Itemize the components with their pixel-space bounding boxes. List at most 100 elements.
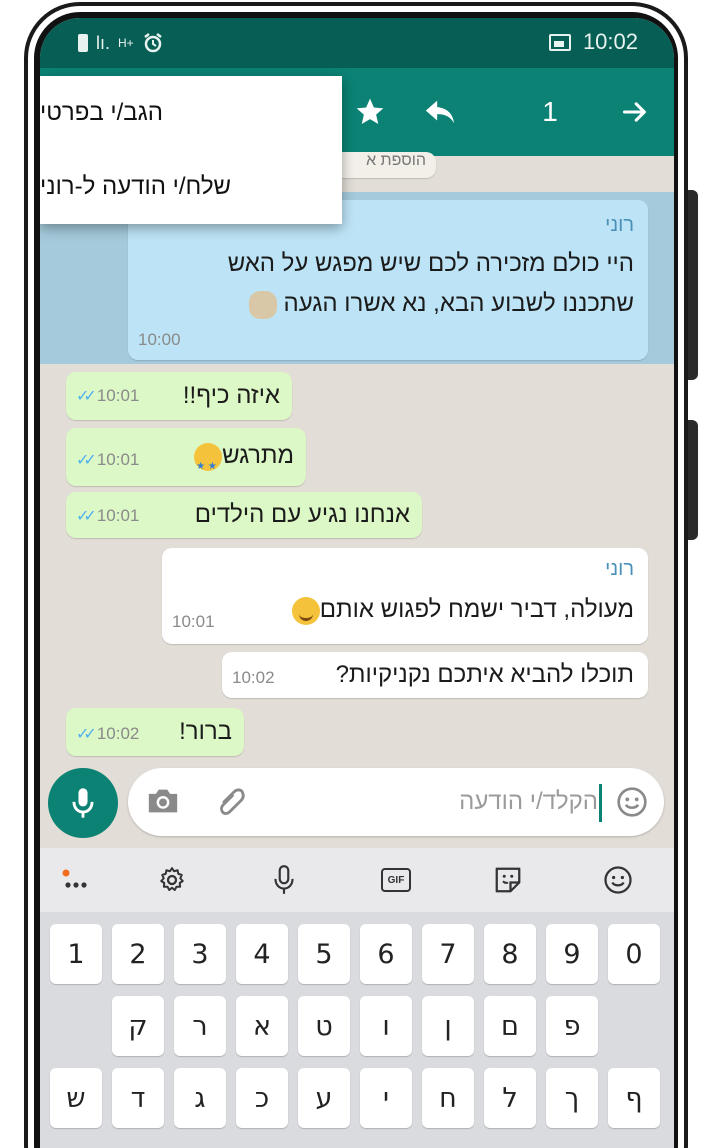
- read-receipt-icon: ✓✓: [76, 388, 97, 405]
- message-text: מעולה, דביר ישמח לפגוש אותם: [291, 590, 634, 630]
- key-vav[interactable]: ו: [360, 996, 412, 1056]
- key-final-pe[interactable]: ף: [608, 1068, 660, 1128]
- keyboard-keys: 1 2 3 4 5 6 7 8 9 0 ק ר א ט ו ן ם פ ש ד …: [40, 912, 674, 1148]
- forward-button[interactable]: [605, 68, 665, 156]
- key-1[interactable]: 1: [50, 924, 102, 984]
- signal-icon: lı.: [96, 32, 111, 53]
- reply-icon: [425, 100, 455, 124]
- message-bubble[interactable]: רוני היי כולם מזכירה לכם שיש מפגש על האש…: [128, 200, 648, 360]
- message-sender: רוני: [605, 558, 634, 580]
- key-gimel[interactable]: ג: [174, 1068, 226, 1128]
- key-shin[interactable]: ש: [50, 1068, 102, 1128]
- message-time: 10:01: [96, 386, 140, 405]
- message-text: איזה כיף!!: [182, 382, 280, 409]
- menu-item-reply-privately[interactable]: הגב/י בפרטי: [40, 76, 342, 150]
- message-input[interactable]: [308, 768, 598, 836]
- keyboard-voice-button[interactable]: [254, 848, 314, 912]
- microphone-icon: [72, 788, 94, 818]
- reply-button[interactable]: [410, 68, 470, 156]
- message-bubble[interactable]: אנחנו נגיע עם הילדים ✓✓ 10:01: [66, 492, 422, 538]
- key-dalet[interactable]: ד: [112, 1068, 164, 1128]
- message-text: היי כולם מזכירה לכם שיש מפגש על האש: [227, 250, 634, 277]
- message-bubble[interactable]: מתרגש ✓✓ 10:01: [66, 428, 306, 487]
- selected-count: 1: [542, 96, 558, 127]
- smiling-emoji-icon: [291, 596, 320, 625]
- key-2[interactable]: 2: [112, 924, 164, 984]
- key-9[interactable]: 9: [546, 924, 598, 984]
- key-het[interactable]: ח: [422, 1068, 474, 1128]
- chat-area[interactable]: הוספת א רוני היי כולם מזכירה לכם שיש מפג…: [40, 152, 674, 956]
- forward-arrow-icon: [622, 102, 646, 122]
- keyboard-sticker-button[interactable]: [478, 848, 538, 912]
- paperclip-icon: [220, 788, 245, 815]
- message-time: 10:02: [96, 724, 140, 743]
- key-lamed[interactable]: ל: [484, 1068, 536, 1128]
- battery-icon: [78, 34, 88, 52]
- message-input-bar: [128, 768, 664, 836]
- message-text: ברור!: [179, 718, 232, 745]
- soft-keyboard: GIF 1 2 3 4 5 6 7 8 9 0 ק ר א ט ו ן ם פ …: [40, 848, 674, 1148]
- volume-button: [688, 190, 698, 380]
- key-tet[interactable]: ט: [298, 996, 350, 1056]
- status-bar: lı. H+ 10:02: [40, 18, 674, 68]
- key-ayin[interactable]: ע: [298, 1068, 350, 1128]
- key-6[interactable]: 6: [360, 924, 412, 984]
- star-button[interactable]: [340, 68, 400, 156]
- key-resh[interactable]: ר: [174, 996, 226, 1056]
- emoji-button[interactable]: [616, 786, 648, 823]
- keyboard-toolbar: GIF: [40, 848, 674, 912]
- power-button: [688, 420, 698, 540]
- emoji-icon: [617, 787, 647, 817]
- more-dots-icon: [62, 869, 87, 888]
- key-0[interactable]: 0: [608, 924, 660, 984]
- keyboard-emoji-button[interactable]: [588, 848, 648, 912]
- keyboard-more-button[interactable]: [48, 848, 108, 912]
- key-3[interactable]: 3: [174, 924, 226, 984]
- status-time: 10:02: [582, 29, 638, 54]
- key-pe[interactable]: פ: [546, 996, 598, 1056]
- phone-screen: lı. H+ 10:02 1 הוספת א רוני היי כולם מזכ…: [40, 18, 674, 1148]
- key-yod[interactable]: י: [360, 1068, 412, 1128]
- image-notification-icon: [548, 33, 571, 51]
- star-struck-emoji-icon: [194, 442, 223, 487]
- key-qof[interactable]: ק: [112, 996, 164, 1056]
- message-bubble[interactable]: איזה כיף!! ✓✓ 10:01: [66, 372, 292, 420]
- read-receipt-icon: ✓✓: [76, 452, 97, 469]
- network-type-icon: H+: [118, 36, 134, 50]
- message-bubble[interactable]: תוכלו להביא איתכם נקניקיות? 10:02: [222, 652, 648, 698]
- emoji-outline-icon: [604, 866, 632, 894]
- message-time: 10:01: [172, 612, 215, 631]
- attach-button[interactable]: [214, 784, 248, 825]
- voice-record-button[interactable]: [48, 768, 118, 838]
- message-sender: רוני: [605, 214, 634, 236]
- message-time: 10:00: [138, 330, 181, 349]
- key-8[interactable]: 8: [484, 924, 536, 984]
- key-final-mem[interactable]: ם: [484, 996, 536, 1056]
- message-time: 10:01: [96, 506, 140, 525]
- key-7[interactable]: 7: [422, 924, 474, 984]
- key-4[interactable]: 4: [236, 924, 288, 984]
- message-time: 10:01: [96, 450, 140, 469]
- overflow-popup-menu: הגב/י בפרטי שלח/י הודעה ל-רוני: [40, 76, 342, 224]
- alarm-icon: [143, 33, 162, 53]
- message-text: תוכלו להביא איתכם נקניקיות?: [335, 661, 634, 688]
- sticker-icon: [495, 867, 521, 893]
- gif-icon: GIF: [381, 868, 411, 892]
- menu-item-message-roni[interactable]: שלח/י הודעה ל-רוני: [40, 150, 342, 224]
- camera-button[interactable]: [146, 786, 180, 821]
- message-text: שתכננו לשבוע הבא, נא אשרו הגעה: [248, 284, 634, 324]
- keyboard-settings-button[interactable]: [142, 848, 202, 912]
- text-cursor: [599, 784, 602, 822]
- key-final-nun[interactable]: ן: [422, 996, 474, 1056]
- message-bubble[interactable]: רוני מעולה, דביר ישמח לפגוש אותם 10:01: [162, 548, 648, 644]
- key-kaf[interactable]: כ: [236, 1068, 288, 1128]
- key-final-kaf[interactable]: ך: [546, 1068, 598, 1128]
- key-alef[interactable]: א: [236, 996, 288, 1056]
- key-5[interactable]: 5: [298, 924, 350, 984]
- read-receipt-icon: ✓✓: [76, 508, 97, 525]
- camera-icon: [148, 789, 178, 813]
- microphone-outline-icon: [274, 865, 294, 894]
- star-icon: [356, 98, 384, 124]
- message-bubble[interactable]: ברור! ✓✓ 10:02: [66, 708, 244, 756]
- keyboard-gif-button[interactable]: GIF: [366, 848, 426, 912]
